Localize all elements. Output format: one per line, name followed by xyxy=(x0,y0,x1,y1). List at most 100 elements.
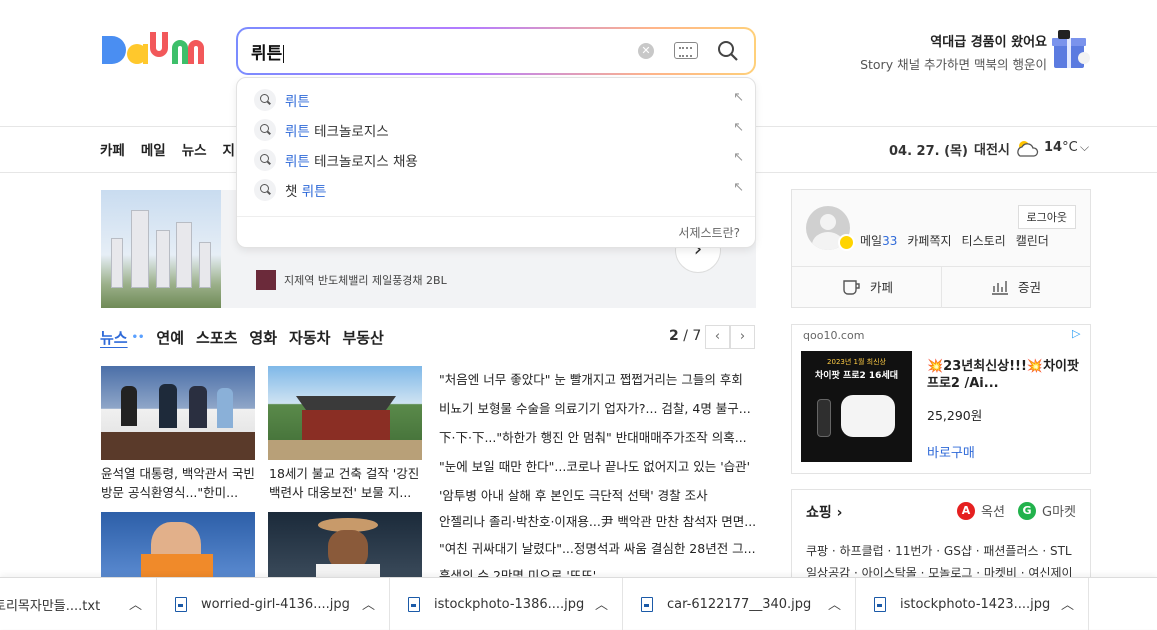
headline-list: "처음엔 너무 좋았다" 눈 빨개지고 쩝쩝거리는 그들의 후회 비뇨기 보형물… xyxy=(439,370,757,515)
search-input[interactable]: 뤼튼 xyxy=(251,39,285,64)
cup-icon xyxy=(843,279,860,295)
headline-item[interactable]: "눈에 보일 때만 한다"...코로나 끝나도 없어지고 있는 '습관' xyxy=(439,457,757,486)
suggestion-dropdown: 뤼튼 ↖ 뤼튼 테크놀로지스 ↖ 뤼튼 테크놀로지스 채용 ↖ 챗 뤼튼 ↖ 서… xyxy=(236,77,756,248)
promo-title: 역대급 경품이 왔어요 xyxy=(930,35,1047,50)
tab-car[interactable]: 자동차 xyxy=(289,327,330,348)
download-item[interactable]: worried-girl-4136....jpg ︿ xyxy=(157,578,390,630)
download-bar: 토리목자만들....txt ︿ worried-girl-4136....jpg… xyxy=(0,577,1157,630)
search-icon xyxy=(254,179,276,201)
suggest-help-link[interactable]: 서제스트란? xyxy=(678,224,740,241)
main-nav: 카페 메일 뉴스 지 xyxy=(100,139,235,159)
chevron-up-icon[interactable]: ︿ xyxy=(1061,594,1074,613)
chevron-down-icon[interactable]: ⌵ xyxy=(1080,140,1089,155)
nav-item-news[interactable]: 뉴스 xyxy=(182,139,207,159)
promo-banner[interactable]: 역대급 경품이 왔어요 Story 채널 추가하면 맥북의 행운이 xyxy=(860,31,1047,73)
search-icon[interactable] xyxy=(716,39,740,63)
news-thumbnail[interactable] xyxy=(101,366,255,460)
stock-shortcut[interactable]: 증권 xyxy=(990,277,1041,296)
arrow-up-left-icon[interactable]: ↖ xyxy=(733,90,744,105)
ad-price: 25,290원 xyxy=(927,408,983,423)
city-label[interactable]: 대전시 xyxy=(974,139,1010,158)
search-icon xyxy=(254,89,276,111)
divider xyxy=(237,216,755,217)
news-thumbnail[interactable] xyxy=(268,512,422,578)
chevron-up-icon[interactable]: ︿ xyxy=(362,594,375,613)
file-icon xyxy=(175,596,187,612)
cafe-shortcut[interactable]: 카페 xyxy=(842,277,893,296)
adchoices-icon[interactable]: ▷ xyxy=(1072,327,1086,341)
headline-item[interactable]: "처음엔 너무 좋았다" 눈 빨개지고 쩝쩝거리는 그들의 후회 xyxy=(439,370,757,399)
nav-item-partial[interactable]: 지 xyxy=(223,139,235,159)
shopping-box: 쇼핑 › A 옥션 G G마켓 쿠팡 · 하프클럽 · 11번가 · GS샵 · 패… xyxy=(791,489,1091,589)
daum-logo[interactable] xyxy=(100,26,220,74)
download-item[interactable]: istockphoto-1423....jpg ︿ xyxy=(856,578,1089,630)
nav-item-mail[interactable]: 메일 xyxy=(141,139,166,159)
headline-item[interactable]: '암투병 아내 살해 후 본인도 극단적 선택' 경찰 조사 xyxy=(439,486,757,515)
download-item[interactable]: car-6122177__340.jpg ︿ xyxy=(623,578,856,630)
partly-cloudy-icon xyxy=(1017,141,1039,157)
search-icon xyxy=(254,119,276,141)
suggestion-item[interactable]: 뤼튼 테크놀로지스 ↖ xyxy=(254,118,744,142)
banner-text: 지제역 반도체밸리 제일풍경채 2BL xyxy=(284,274,447,287)
chevron-up-icon[interactable]: ︿ xyxy=(129,594,142,613)
mail-link[interactable]: 메일33 xyxy=(860,232,897,249)
file-icon xyxy=(408,596,420,612)
suggestion-item[interactable]: 챗 뤼튼 ↖ xyxy=(254,178,744,202)
chart-icon xyxy=(992,280,1008,295)
divider xyxy=(941,266,942,308)
news-thumbnail[interactable] xyxy=(268,366,422,460)
arrow-up-left-icon[interactable]: ↖ xyxy=(733,150,744,165)
news-caption[interactable]: 18세기 불교 건축 걸작 '강진 백련사 대웅보전' 보물 지... xyxy=(269,464,425,502)
suggestion-item[interactable]: 뤼튼 테크놀로지스 채용 ↖ xyxy=(254,148,744,172)
tab-realestate[interactable]: 부동산 xyxy=(342,327,383,348)
tab-movie[interactable]: 영화 xyxy=(249,327,277,348)
next-page-button[interactable]: › xyxy=(730,325,755,349)
shopping-links[interactable]: 쿠팡 · 하프클럽 · 11번가 · GS샵 · 패션플러스 · STL xyxy=(806,542,1072,559)
product-image[interactable]: 2023년 1월 최신상 차이팟 프로2 16세대 xyxy=(801,351,912,462)
download-item[interactable]: 토리목자만들....txt ︿ xyxy=(0,578,157,630)
headline-item[interactable]: "여친 귀싸대기 날렸다"...정명석과 싸움 결심한 28년전 그... xyxy=(439,539,757,566)
calendar-link[interactable]: 캘린더 xyxy=(1016,232,1049,249)
shopping-ad[interactable]: qoo10.com ▷ 2023년 1월 최신상 차이팟 프로2 16세대 💥2… xyxy=(791,324,1091,474)
headline-item[interactable]: 비뇨기 보형물 수술을 의료기기 업자가?... 검찰, 4명 불구... xyxy=(439,399,757,428)
news-thumbnail[interactable] xyxy=(101,512,255,578)
talk-icon xyxy=(838,234,855,251)
file-icon xyxy=(874,596,886,612)
logout-button[interactable]: 로그아웃 xyxy=(1017,205,1076,229)
keyboard-icon[interactable] xyxy=(674,42,698,59)
shopping-title[interactable]: 쇼핑 › xyxy=(806,502,842,522)
ad-title[interactable]: 💥23년최신상!!!💥차이팟 프로2 /Ai... xyxy=(927,358,1087,392)
brand-logo xyxy=(256,270,276,290)
search-box[interactable]: 뤼튼 ✕ xyxy=(236,27,756,75)
ad-source: qoo10.com xyxy=(803,329,865,342)
temperature: 14°C xyxy=(1044,140,1078,155)
headline-item[interactable]: 안젤리나 졸리·박찬호·이재용...尹 백악관 만찬 참석자 면면... xyxy=(439,512,757,539)
gift-icon xyxy=(1052,30,1090,68)
gmarket-icon: G xyxy=(1018,501,1036,520)
tistory-link[interactable]: 티스토리 xyxy=(962,232,1006,249)
date-label: 04. 27. (목) xyxy=(889,144,968,159)
tab-news[interactable]: 뉴스 xyxy=(100,327,128,348)
download-item[interactable]: istockphoto-1386....jpg ︿ xyxy=(390,578,623,630)
dots-icon: •• xyxy=(131,332,145,343)
gmarket-link[interactable]: G G마켓 xyxy=(1018,501,1076,520)
tab-sports[interactable]: 스포츠 xyxy=(196,327,237,348)
news-caption[interactable]: 윤석열 대통령, 백악관서 국빈 방문 공식환영식..."한미... xyxy=(101,464,257,502)
file-icon xyxy=(641,596,653,612)
headline-item[interactable]: 下·下·下..."하한가 행진 안 멈춰" 반대매매주가조작 의혹... xyxy=(439,428,757,457)
buy-now-link[interactable]: 바로구매 xyxy=(927,442,975,461)
pager: 2 / 7 xyxy=(669,328,702,344)
apartment-image xyxy=(101,190,221,308)
arrow-up-left-icon[interactable]: ↖ xyxy=(733,120,744,135)
clear-icon[interactable]: ✕ xyxy=(638,43,654,59)
prev-page-button[interactable]: ‹ xyxy=(705,325,730,349)
cafe-note-link[interactable]: 카페쪽지 xyxy=(907,232,951,249)
auction-link[interactable]: A 옥션 xyxy=(957,501,1005,520)
suggestion-item[interactable]: 뤼튼 ↖ xyxy=(254,88,744,112)
chevron-up-icon[interactable]: ︿ xyxy=(595,594,608,613)
nav-item-cafe[interactable]: 카페 xyxy=(100,139,125,159)
arrow-up-left-icon[interactable]: ↖ xyxy=(733,180,744,195)
chevron-up-icon[interactable]: ︿ xyxy=(828,594,841,613)
promo-subtitle: Story 채널 추가하면 맥북의 행운이 xyxy=(860,57,1047,72)
tab-entertainment[interactable]: 연예 xyxy=(156,327,184,348)
